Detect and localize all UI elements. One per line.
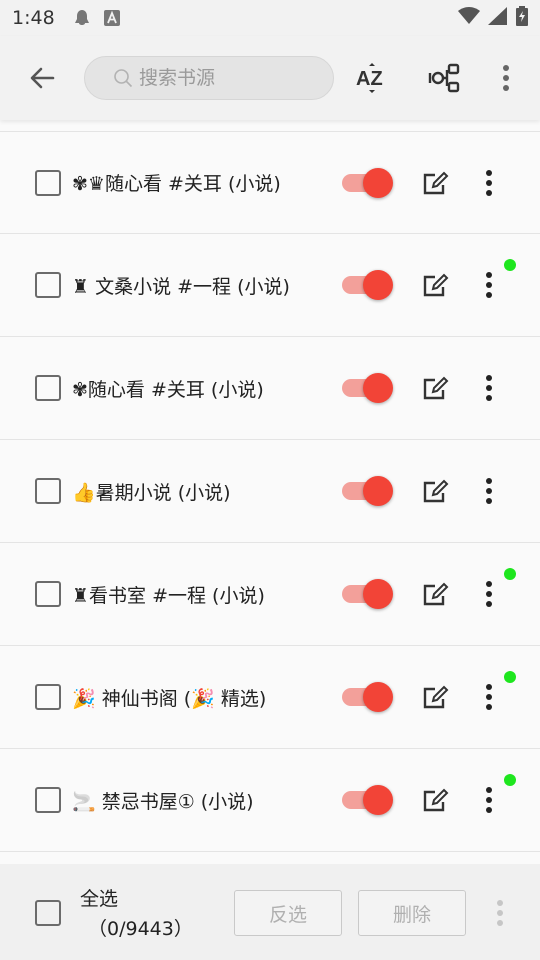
enable-switch[interactable] <box>342 471 394 511</box>
invert-selection-button[interactable]: 反选 <box>234 890 342 936</box>
item-more-button[interactable] <box>479 165 499 201</box>
selection-count: （0/9443） <box>88 918 193 940</box>
sort-az-icon: AZ <box>356 63 383 93</box>
edit-icon[interactable] <box>421 374 449 402</box>
search-icon <box>114 69 133 88</box>
more-vert-icon <box>503 65 509 91</box>
list-item[interactable]: ✾♛随心看 #关耳 (小说) <box>0 131 540 234</box>
search-input[interactable] <box>139 67 319 89</box>
top-app-bar: AZ <box>0 36 540 120</box>
sort-label: AZ <box>356 68 383 90</box>
item-checkbox[interactable] <box>35 787 61 813</box>
select-all-label: 全选 <box>80 888 119 910</box>
edit-icon[interactable] <box>421 580 449 608</box>
item-checkbox[interactable] <box>35 272 61 298</box>
source-name: 🚬 禁忌书屋① (小说) <box>72 790 254 813</box>
overflow-menu-button[interactable] <box>480 52 532 104</box>
more-vert-icon <box>497 900 503 926</box>
update-indicator-dot <box>504 259 516 271</box>
more-vert-icon <box>486 169 492 196</box>
item-more-button[interactable] <box>479 473 499 509</box>
enable-switch[interactable] <box>342 368 394 408</box>
item-checkbox[interactable] <box>35 684 61 710</box>
source-name: ♜看书室 #一程 (小说) <box>72 584 265 607</box>
source-list: ✾♛随心看 #关耳 (小说) ♜ 文桑小说 #一程 (小说) ✾随心看 #关耳 … <box>0 131 540 852</box>
list-item[interactable]: ♜ 文桑小说 #一程 (小说) <box>0 234 540 337</box>
qq-notification-icon <box>73 9 91 27</box>
enable-switch[interactable] <box>342 574 394 614</box>
source-name: ♜ 文桑小说 #一程 (小说) <box>72 275 290 298</box>
source-name: ✾随心看 #关耳 (小说) <box>72 378 264 401</box>
font-a-icon <box>103 9 121 27</box>
list-item[interactable]: 👍暑期小说 (小说) <box>0 440 540 543</box>
delete-button[interactable]: 删除 <box>358 890 466 936</box>
wifi-icon <box>458 7 480 29</box>
enable-switch[interactable] <box>342 265 394 305</box>
update-indicator-dot <box>504 568 516 580</box>
more-vert-icon <box>486 272 492 298</box>
source-name: 👍暑期小说 (小说) <box>72 481 231 504</box>
enable-switch[interactable] <box>342 780 394 820</box>
edit-icon[interactable] <box>421 683 449 711</box>
list-item[interactable]: 🚬 禁忌书屋① (小说) <box>0 749 540 852</box>
sort-button[interactable]: AZ <box>346 52 398 104</box>
item-checkbox[interactable] <box>35 375 61 401</box>
enable-switch[interactable] <box>342 163 394 203</box>
more-vert-icon <box>486 581 492 607</box>
more-vert-icon <box>486 787 492 813</box>
edit-icon[interactable] <box>421 477 449 505</box>
enable-switch[interactable] <box>342 677 394 717</box>
list-item[interactable]: 🎉 神仙书阁 (🎉 精选) <box>0 646 540 749</box>
search-box[interactable] <box>84 56 334 100</box>
arrow-left-icon <box>30 67 55 89</box>
source-name: 🎉 神仙书阁 (🎉 精选) <box>72 687 267 710</box>
update-indicator-dot <box>504 671 516 683</box>
edit-icon[interactable] <box>421 169 449 197</box>
item-checkbox[interactable] <box>35 581 61 607</box>
item-checkbox[interactable] <box>35 478 61 504</box>
more-vert-icon <box>486 478 492 504</box>
group-button[interactable] <box>418 52 470 104</box>
more-vert-icon <box>486 375 492 401</box>
back-button[interactable] <box>16 52 68 104</box>
update-indicator-dot <box>504 774 516 786</box>
battery-icon <box>516 6 528 30</box>
item-more-button[interactable] <box>479 679 499 715</box>
status-bar: 1:48 <box>0 0 540 36</box>
item-more-button[interactable] <box>479 576 499 612</box>
bottom-more-button[interactable] <box>490 895 510 931</box>
list-item[interactable]: ✾随心看 #关耳 (小说) <box>0 337 540 440</box>
item-checkbox[interactable] <box>35 169 61 196</box>
more-vert-icon <box>486 684 492 710</box>
item-more-button[interactable] <box>479 267 499 303</box>
item-more-button[interactable] <box>479 370 499 406</box>
source-name: ✾♛随心看 #关耳 (小说) <box>72 173 281 195</box>
edit-icon[interactable] <box>421 271 449 299</box>
edit-icon[interactable] <box>421 786 449 814</box>
signal-icon <box>488 7 508 29</box>
select-all-checkbox[interactable] <box>35 900 61 926</box>
status-time: 1:48 <box>12 7 55 29</box>
group-icon <box>428 63 460 93</box>
select-all-text: 全选 （0/9443） <box>80 884 193 944</box>
item-more-button[interactable] <box>479 782 499 818</box>
list-item[interactable]: ♜看书室 #一程 (小说) <box>0 543 540 646</box>
